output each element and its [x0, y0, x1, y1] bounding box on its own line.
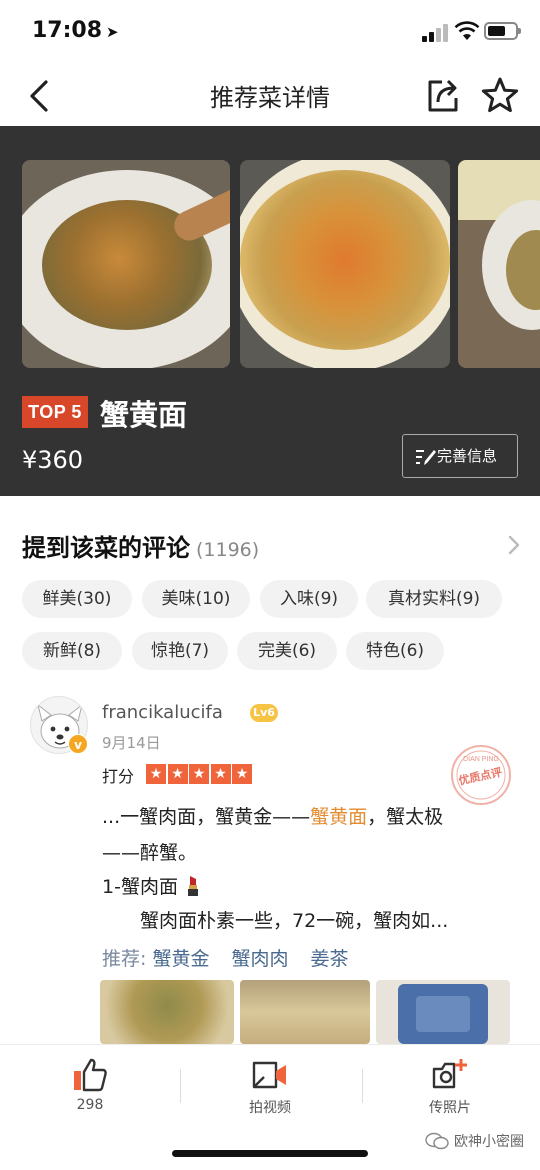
favorite-star-icon[interactable]	[480, 76, 520, 114]
review-text-line: ...一蟹肉面，蟹黄金——蟹黄面，蟹太极	[102, 802, 443, 829]
divider	[180, 1069, 181, 1103]
star-icon: ★	[232, 764, 252, 784]
review-photo[interactable]	[376, 980, 510, 1044]
review-photo[interactable]	[100, 980, 234, 1044]
review-tag[interactable]: 完美(6)	[237, 632, 337, 670]
status-bar: 17:08 ➤	[0, 0, 540, 64]
review-tag[interactable]: 真材实料(9)	[366, 580, 502, 618]
watermark-text: 欧神小密圈	[454, 1134, 524, 1150]
chevron-right-icon[interactable]	[506, 534, 522, 556]
review-photo[interactable]	[240, 980, 370, 1044]
wifi-icon	[454, 21, 480, 40]
dish-photo[interactable]	[240, 160, 450, 368]
status-time: 17:08 ➤	[32, 18, 119, 43]
upload-photo-label: 传照片	[429, 1100, 471, 1116]
dish-photo[interactable]	[22, 160, 230, 368]
recommended-dish-link[interactable]: 蟹黄金	[152, 948, 209, 970]
review-tag[interactable]: 新鲜(8)	[22, 632, 122, 670]
lipstick-icon	[188, 876, 198, 896]
rating-stars: ★ ★ ★ ★ ★	[146, 763, 254, 784]
reviews-section-header[interactable]: 提到该菜的评论 (1196)	[22, 528, 522, 564]
star-icon: ★	[146, 764, 166, 784]
review-highlight[interactable]: 蟹黄面	[310, 806, 367, 828]
dish-name: 蟹黄面	[100, 398, 188, 432]
clock-text: 17:08	[32, 18, 103, 43]
star-icon: ★	[210, 764, 231, 784]
like-button[interactable]: 298	[30, 1057, 150, 1113]
review-text-line: ——醉蟹。	[102, 842, 198, 864]
battery-icon	[484, 22, 521, 40]
record-video-label: 拍视频	[249, 1100, 291, 1116]
rating-label: 打分	[102, 767, 135, 786]
dish-price: ¥360	[22, 446, 84, 474]
improve-info-label: 完善信息	[437, 447, 498, 465]
like-count: 298	[76, 1097, 104, 1113]
location-arrow-icon: ➤	[106, 23, 119, 41]
watermark: 欧神小密圈	[424, 1131, 524, 1151]
reviews-title: 提到该菜的评论	[22, 534, 190, 562]
reviews-count: (1196)	[196, 539, 260, 561]
recommend-label: 推荐:	[102, 948, 153, 970]
improve-info-button[interactable]: 完善信息	[402, 434, 518, 478]
review-tag[interactable]: 惊艳(7)	[132, 632, 228, 670]
wechat-icon	[425, 1132, 449, 1150]
review-tag[interactable]: 鲜美(30)	[22, 580, 132, 618]
recommended-dishes: 推荐: 蟹黄金 蟹肉肉 姜茶	[102, 944, 371, 971]
recommended-dish-link[interactable]: 蟹肉肉	[231, 948, 288, 970]
home-indicator[interactable]	[172, 1150, 368, 1157]
review-text: ，蟹太极	[367, 806, 444, 828]
dish-photo[interactable]	[458, 160, 540, 368]
record-video-button[interactable]: 拍视频	[210, 1057, 330, 1117]
upload-photo-button[interactable]: 传照片	[390, 1057, 510, 1117]
divider	[362, 1069, 363, 1103]
thumbs-up-icon	[74, 1058, 107, 1092]
reviewer-username[interactable]: francikalucifa	[102, 702, 223, 723]
star-icon: ★	[167, 764, 188, 784]
review-tag[interactable]: 入味(9)	[260, 580, 358, 618]
review-tag[interactable]: 美味(10)	[142, 580, 250, 618]
share-icon[interactable]	[424, 76, 462, 114]
camera-plus-icon	[432, 1059, 467, 1089]
level-badge: Lv6	[250, 704, 278, 722]
cellular-signal-icon	[422, 24, 450, 42]
nav-bar: 推荐菜详情	[0, 64, 540, 126]
top-rank-badge: TOP 5	[22, 396, 88, 428]
quality-review-stamp-icon: DIAN PING 优质点评	[451, 745, 511, 805]
stamp-text: 优质点评	[457, 765, 503, 788]
review-text-line: 1-蟹肉面	[102, 872, 200, 899]
star-icon: ★	[189, 764, 209, 784]
recommended-dish-link[interactable]: 姜茶	[310, 948, 348, 970]
review-text-line: 蟹肉面朴素一些，72一碗，蟹肉如...	[140, 910, 449, 932]
review-date: 9月14日	[102, 734, 161, 752]
dish-header: TOP 5 蟹黄面 ¥360 完善信息	[0, 126, 540, 496]
verified-icon: v	[68, 734, 88, 754]
review-tag[interactable]: 特色(6)	[346, 632, 444, 670]
review-text: 1-蟹肉面	[102, 876, 178, 898]
video-camera-icon	[252, 1061, 286, 1089]
edit-icon	[416, 450, 436, 465]
stamp-sub-text: DIAN PING	[463, 756, 499, 763]
review-text: ...一蟹肉面，蟹黄金——	[102, 806, 311, 828]
